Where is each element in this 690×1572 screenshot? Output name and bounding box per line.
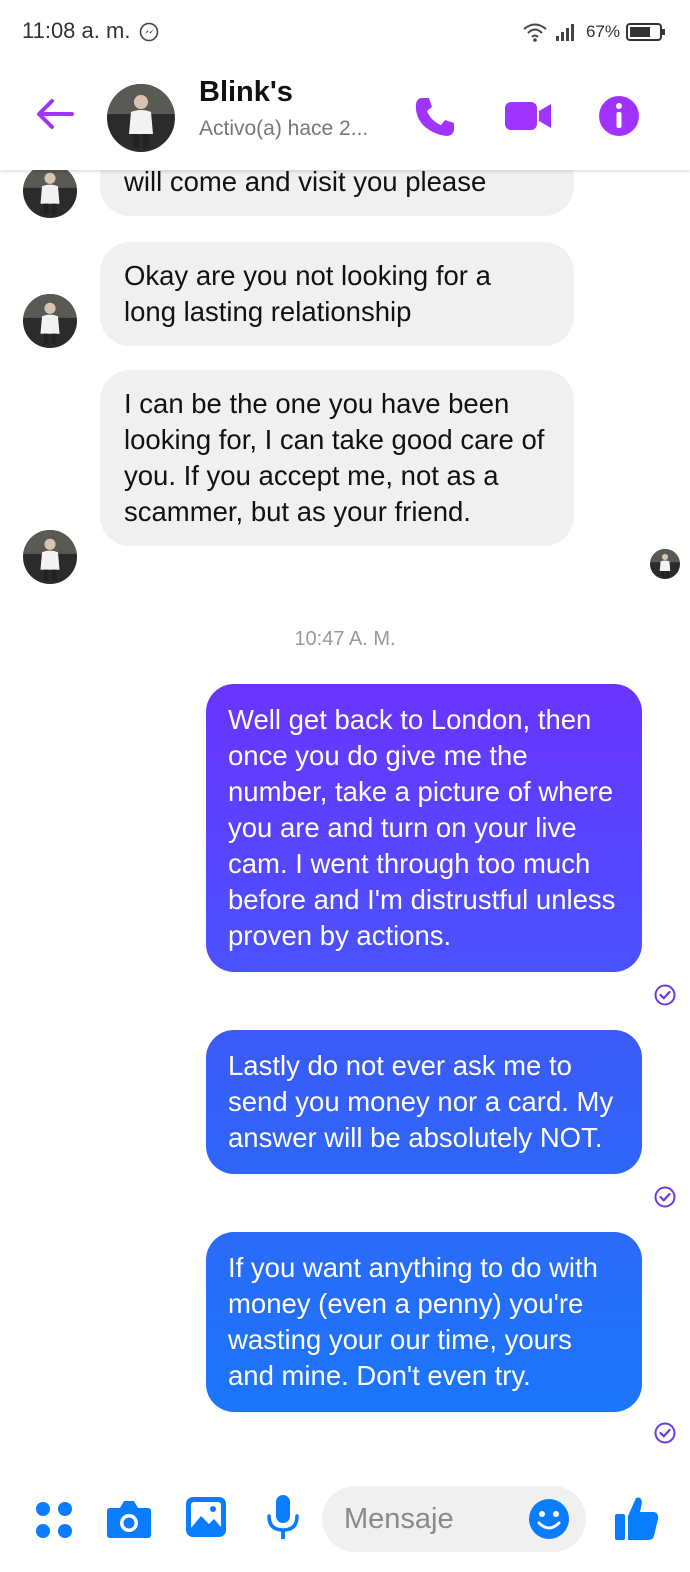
sender-avatar[interactable] [23,164,77,218]
info-icon[interactable] [598,95,640,137]
message-text: Well get back to London, then once you d… [228,704,616,951]
message-composer [0,1480,690,1572]
message-text: I can be the one you have been looking f… [124,388,545,527]
contact-name[interactable]: Blink's [199,76,293,109]
contact-avatar[interactable] [107,84,175,152]
incoming-message[interactable]: I can be the one you have been looking f… [100,370,574,546]
battery-icon [626,23,665,41]
sent-check-icon [654,984,676,1006]
status-time: 11:08 a. m. [22,18,131,43]
outgoing-message[interactable]: Well get back to London, then once you d… [206,684,642,972]
more-actions-icon[interactable] [34,1500,74,1540]
status-bar: 11:08 a. m. 67% [0,0,690,62]
contact-active-status: Activo(a) hace 2... [199,117,369,140]
phone-call-icon[interactable] [412,94,458,140]
sender-avatar[interactable] [23,294,77,348]
camera-icon[interactable] [106,1498,152,1540]
sent-check-icon [654,1186,676,1208]
back-arrow-icon[interactable] [32,92,76,136]
message-timestamp: 10:47 A. M. [294,628,396,650]
read-receipt-avatar [650,549,680,579]
messenger-notification-icon [139,22,159,42]
wifi-icon [523,23,547,42]
microphone-icon[interactable] [266,1494,300,1542]
outgoing-message[interactable]: Lastly do not ever ask me to send you mo… [206,1030,642,1174]
sender-avatar[interactable] [23,530,77,584]
status-indicators: 67% [522,18,666,46]
outgoing-message[interactable]: If you want anything to do with money (e… [206,1232,642,1412]
thumbs-up-icon[interactable] [614,1494,660,1542]
incoming-message[interactable]: Okay are you not looking for a long last… [100,242,574,346]
video-call-icon[interactable] [503,96,553,136]
battery-percentage: 67% [585,22,620,41]
message-text: If you want anything to do with money (e… [228,1252,598,1391]
signal-icon [555,24,574,41]
sent-check-icon [654,1422,676,1444]
message-text: Okay are you not looking for a long last… [124,260,491,327]
message-text: will come and visit you please [124,166,487,197]
gallery-image-icon[interactable] [185,1496,227,1538]
message-text: Lastly do not ever ask me to send you mo… [228,1050,614,1153]
conversation-header: Blink's Activo(a) hace 2... [0,62,690,170]
emoji-smiley-icon[interactable] [528,1498,570,1540]
